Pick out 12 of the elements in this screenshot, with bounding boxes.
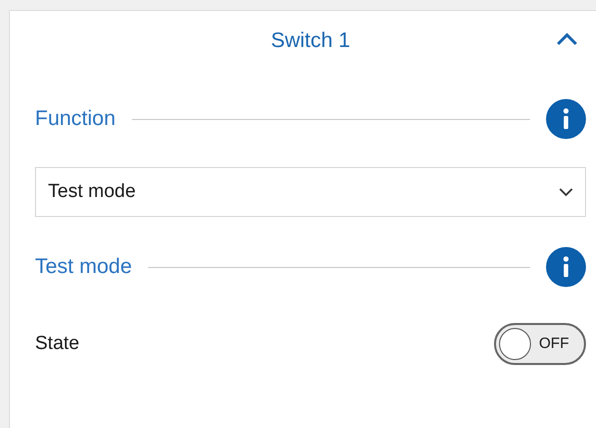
function-dropdown[interactable]: Test mode [35,167,586,217]
info-icon[interactable] [546,247,586,287]
section-heading: Test mode [35,254,132,280]
toggle-switch[interactable]: OFF [494,323,586,365]
chevron-down-icon [559,188,573,196]
state-label: State [35,332,80,356]
section-heading: Function [35,106,116,132]
info-icon[interactable] [546,99,586,139]
collapse-button[interactable] [556,33,578,46]
chevron-up-icon [556,33,578,46]
toggle-thumb-icon [499,328,531,360]
panel-title: Switch 1 [270,28,350,54]
